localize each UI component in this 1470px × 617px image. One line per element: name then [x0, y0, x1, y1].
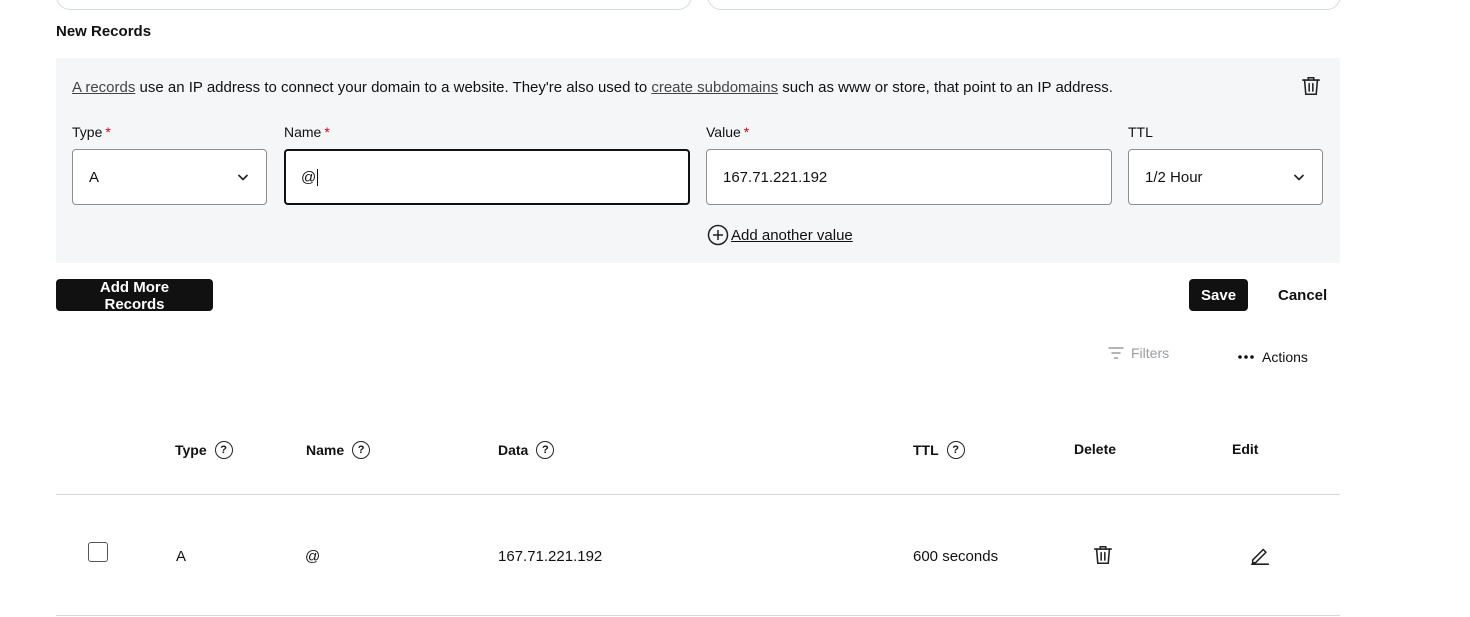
row-select-checkbox[interactable]	[88, 542, 108, 562]
name-input[interactable]: @	[284, 149, 690, 205]
column-header-type: Type ?	[175, 441, 233, 459]
record-info-text: A records use an IP address to connect y…	[72, 79, 1113, 96]
cancel-button[interactable]: Cancel	[1278, 279, 1327, 311]
info-text-2: such as www or store, that point to an I…	[778, 79, 1113, 96]
chevron-down-icon	[1293, 174, 1305, 181]
row-data-cell: 167.71.221.192	[498, 548, 603, 565]
row-edit-button[interactable]	[1248, 543, 1272, 567]
trash-icon	[1301, 76, 1321, 96]
trash-icon	[1093, 545, 1113, 565]
add-another-value-link[interactable]: Add another value	[707, 224, 853, 246]
previous-field-right	[707, 0, 1341, 10]
ttl-select[interactable]: 1/2 Hour	[1128, 149, 1323, 205]
column-header-data: Data ?	[498, 441, 555, 459]
a-records-link[interactable]: A records	[72, 79, 135, 96]
column-header-ttl: TTL ?	[913, 441, 965, 459]
plus-circle-icon	[707, 224, 729, 246]
row-type-cell: A	[176, 548, 187, 565]
actions-menu-button[interactable]: Actions	[1236, 347, 1308, 367]
more-horizontal-icon	[1238, 355, 1254, 359]
ttl-label: TTL	[1128, 124, 1153, 140]
row-ttl-cell: 600 seconds	[913, 548, 999, 565]
name-label: Name *	[284, 124, 330, 140]
row-delete-button[interactable]	[1091, 543, 1115, 567]
column-header-edit: Edit	[1232, 441, 1259, 457]
previous-field-left	[56, 0, 692, 10]
table-row-divider	[56, 615, 1340, 616]
help-circle-icon[interactable]: ?	[536, 441, 555, 459]
delete-new-record-button[interactable]	[1299, 74, 1323, 98]
value-input[interactable]: 167.71.221.192	[706, 149, 1112, 205]
row-name-cell: @	[305, 548, 321, 565]
filter-icon	[1108, 347, 1124, 359]
column-header-name: Name ?	[306, 441, 371, 459]
help-circle-icon[interactable]: ?	[352, 441, 371, 459]
section-title: New Records	[56, 23, 152, 40]
column-header-delete: Delete	[1074, 441, 1117, 457]
text-caret	[317, 168, 319, 186]
info-text-1: use an IP address to connect your domain…	[135, 79, 652, 96]
help-circle-icon[interactable]: ?	[214, 441, 233, 459]
chevron-down-icon	[237, 174, 249, 181]
table-header-divider	[56, 494, 1340, 495]
help-circle-icon[interactable]: ?	[946, 441, 965, 459]
add-more-records-button[interactable]: Add More Records	[56, 279, 213, 313]
type-select[interactable]: A	[72, 149, 267, 205]
save-button[interactable]: Save	[1189, 279, 1248, 311]
create-subdomains-link[interactable]: create subdomains	[651, 79, 778, 96]
filters-button[interactable]: Filters	[1107, 344, 1169, 362]
value-label: Value *	[706, 124, 750, 140]
type-label: Type *	[72, 124, 111, 140]
pencil-icon	[1250, 548, 1270, 565]
